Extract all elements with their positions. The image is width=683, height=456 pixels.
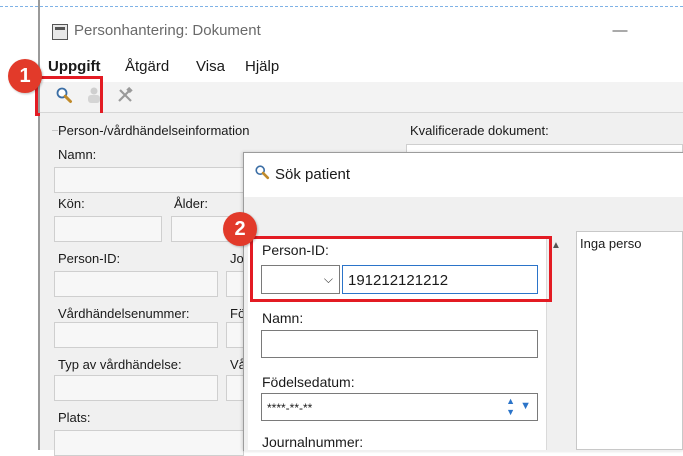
truncated-label-1: Jo [230,251,244,266]
menu-atgard[interactable]: Åtgärd [125,58,169,75]
tools-icon[interactable] [114,86,136,108]
age-label: Ålder: [174,196,208,211]
care-event-number-label: Vårdhändelsenummer: [58,306,190,321]
toolbar-highlight [35,76,103,116]
care-event-type-field [54,375,218,401]
step-badge-2: 2 [223,212,257,246]
toolbar [40,82,683,113]
dialog-name-input[interactable] [261,330,538,358]
care-event-type-label: Typ av vårdhändelse: [58,357,182,372]
gender-label: Kön: [58,196,85,211]
menu-visa[interactable]: Visa [196,58,225,75]
gender-field [54,216,162,242]
name-label: Namn: [58,147,97,162]
menu-hjalp[interactable]: Hjälp [245,58,279,75]
results-text: Inga perso [580,236,642,251]
dialog-name-label: Namn: [262,310,304,326]
step-badge-1: 1 [8,59,42,93]
birthdate-input[interactable]: ****-**-** ▲ ▼ ▼ [261,393,538,421]
person-id-label: Person-ID: [58,251,121,266]
place-field [54,430,244,456]
care-event-number-field [54,322,218,348]
minimize-button[interactable]: — [612,22,628,39]
person-id-field [54,271,218,297]
dialog-title: Sök patient [275,166,351,183]
dialog-search-icon [254,164,270,183]
person-id-highlight [250,236,552,302]
journal-label: Journalnummer: [262,434,364,450]
group-title: Person-/vårdhändelseinformation [58,123,254,138]
documents-label: Kvalificerade dokument: [410,123,549,138]
menu-uppgift[interactable]: Uppgift [48,58,100,75]
window-title: Personhantering: Dokument [74,22,261,39]
truncated-field-3 [226,375,244,401]
spin-icon[interactable]: ▲ ▼ [506,396,515,418]
dashed-border [0,6,683,7]
truncated-field-2 [226,322,244,348]
truncated-field-1 [226,271,244,297]
name-field [54,167,244,193]
birthdate-value: ****-**-** [267,401,313,415]
app-icon [52,24,68,40]
place-label: Plats: [58,410,91,425]
birthdate-label: Födelsedatum: [262,374,355,390]
chevron-down-icon[interactable]: ▼ [520,400,531,412]
results-list[interactable] [576,231,683,450]
